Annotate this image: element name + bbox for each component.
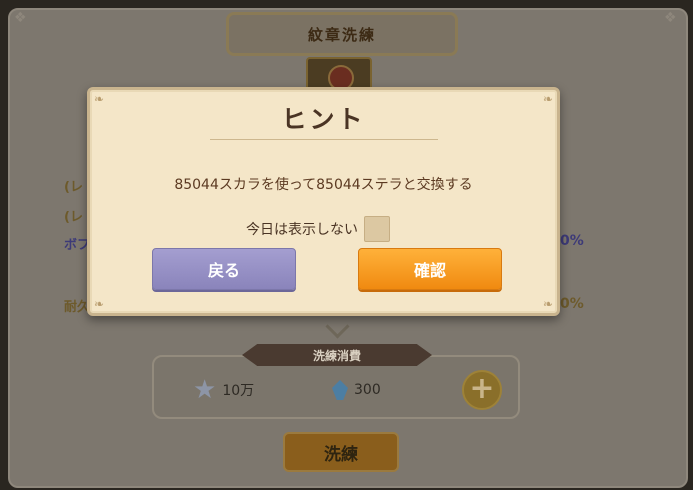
dont-show-today-checkbox[interactable] xyxy=(364,216,390,242)
crystal-icon xyxy=(332,380,348,400)
checkbox-label: 今日は表示しない xyxy=(246,222,358,238)
corner-ornament-icon: ❖ xyxy=(664,10,677,26)
cost-item-crystal: 300 xyxy=(332,377,381,403)
confirm-button[interactable]: 確認 xyxy=(358,248,502,290)
dont-show-today-row: 今日は表示しない xyxy=(246,216,390,242)
dialog-message: 85044スカラを使って85044ステラと交換する xyxy=(174,177,473,193)
stat-label: (レ xyxy=(64,180,83,195)
cost-item-stars: ★ 10万 xyxy=(193,377,254,403)
screen-title: 紋章洗練 xyxy=(226,12,458,56)
corner-ornament-icon: ❧ xyxy=(94,297,105,311)
refine-button[interactable]: 洗練 xyxy=(283,432,399,472)
star-icon: ★ xyxy=(193,375,217,405)
add-resource-button[interactable]: + xyxy=(462,370,502,410)
hint-dialog: ❧ ❧ ❧ ❧ ヒント 85044スカラを使って85044ステラと交換する 今日… xyxy=(87,87,560,316)
cost-amount: 10万 xyxy=(222,383,255,399)
corner-ornament-icon: ❧ xyxy=(542,297,553,311)
back-button[interactable]: 戻る xyxy=(152,248,296,290)
stat-percent: 0% xyxy=(560,296,584,312)
stat-percent: 0% xyxy=(560,233,584,249)
stat-label: (レ xyxy=(64,210,83,225)
dialog-title: ヒント xyxy=(281,105,366,134)
divider xyxy=(210,139,438,140)
corner-ornament-icon: ❖ xyxy=(14,10,27,26)
cost-label: 洗練消費 xyxy=(242,344,432,366)
cost-amount: 300 xyxy=(354,382,381,398)
